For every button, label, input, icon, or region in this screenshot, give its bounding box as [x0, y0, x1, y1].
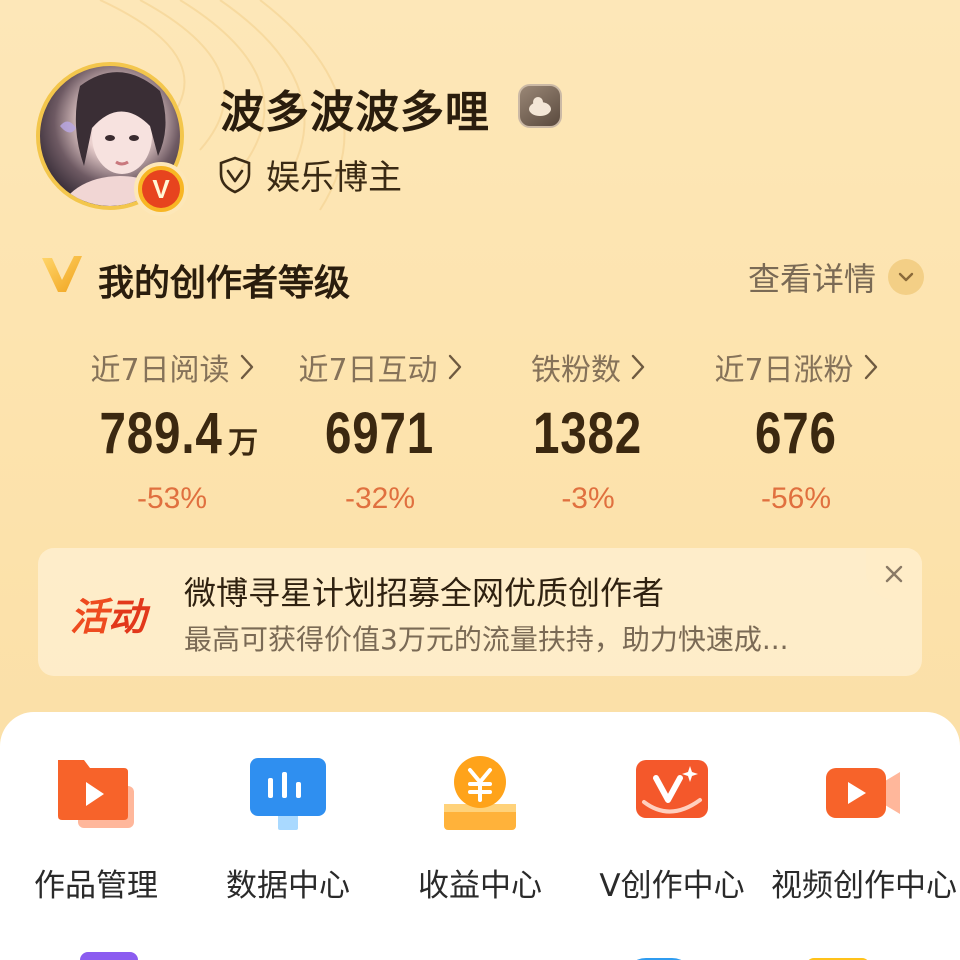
- tool-label: 收益中心: [418, 868, 542, 904]
- stat-label: 近7日互动: [298, 353, 438, 388]
- tool-works-management[interactable]: 作品管理: [0, 752, 192, 905]
- tool-label: 作品管理: [34, 868, 158, 904]
- shield-icon: [219, 156, 251, 193]
- stat-change: -53%: [136, 482, 208, 515]
- stat-value: 1382: [533, 401, 643, 466]
- stats-row: 近7日阅读 789.4 万 -53% 近7日互动 6971 -32% 铁粉数 1…: [68, 342, 908, 516]
- tool-v-creation-center[interactable]: V创作中心: [576, 752, 768, 905]
- stat-weekly-reads[interactable]: 近7日阅读 789.4 万 -53%: [68, 342, 276, 516]
- works-management-icon: [58, 760, 134, 828]
- view-details-link[interactable]: 查看详情: [748, 254, 924, 300]
- tool-icon-peek: [80, 952, 138, 960]
- stat-label: 铁粉数: [531, 353, 621, 388]
- banner-title: 微博寻星计划招募全网优质创作者: [184, 574, 665, 612]
- stat-unit: 万: [228, 426, 259, 461]
- username: 波多波波多哩: [220, 87, 490, 138]
- tool-video-creation-center[interactable]: 视频创作中心: [768, 752, 960, 905]
- chevron-right-icon: [864, 354, 877, 380]
- stat-change: -3%: [561, 482, 615, 515]
- banner-subtitle: 最高可获得价值3万元的流量扶持，助力快速成...: [184, 623, 789, 656]
- chevron-right-icon: [631, 354, 645, 380]
- video-creation-center-icon: [826, 768, 900, 818]
- role-label: 娱乐博主: [266, 158, 402, 198]
- chevron-right-icon: [240, 354, 253, 380]
- stat-value: 6971: [325, 401, 435, 466]
- verified-v-icon: V: [142, 170, 180, 208]
- tools-row: 作品管理 数据中心 收益中心 V创作中心 视频创作中心: [0, 752, 960, 905]
- stat-weekly-new-fans[interactable]: 近7日涨粉 676 -56%: [692, 342, 900, 516]
- stat-label: 近7日涨粉: [714, 353, 854, 388]
- stat-change: -56%: [760, 482, 832, 515]
- tool-label: 视频创作中心: [771, 868, 957, 904]
- stat-value: 676: [755, 401, 837, 466]
- creator-level-title: 我的创作者等级: [98, 263, 351, 304]
- view-details-label: 查看详情: [747, 260, 876, 298]
- tool-label: V创作中心: [599, 868, 745, 904]
- activity-tag-part-1: 活: [70, 595, 109, 639]
- creator-tools-card: 作品管理 数据中心 收益中心 V创作中心 视频创作中心: [0, 712, 960, 960]
- stat-change: -32%: [344, 482, 416, 515]
- tool-data-center[interactable]: 数据中心: [192, 752, 384, 905]
- activity-banner[interactable]: 活动 微博寻星计划招募全网优质创作者 最高可获得价值3万元的流量扶持，助力快速成…: [38, 548, 922, 676]
- profile-avatar[interactable]: V: [36, 62, 188, 216]
- stat-iron-fans[interactable]: 铁粉数 1382 -3%: [484, 342, 692, 516]
- stat-label: 近7日阅读: [90, 353, 230, 388]
- stat-value: 789.4: [99, 401, 223, 466]
- close-icon: [885, 565, 903, 583]
- v-creation-center-icon: [636, 760, 708, 818]
- creator-level-row: 我的创作者等级 查看详情: [40, 250, 924, 304]
- chevron-right-icon: [448, 354, 461, 380]
- stat-weekly-interactions[interactable]: 近7日互动 6971 -32%: [276, 342, 484, 516]
- chevron-down-icon: [888, 259, 924, 295]
- activity-tag: 活动: [70, 586, 146, 641]
- close-banner-button[interactable]: [866, 548, 922, 600]
- data-center-icon: [250, 758, 326, 830]
- activity-tag-part-2: 动: [108, 595, 147, 639]
- creator-role[interactable]: 娱乐博主: [218, 150, 402, 199]
- revenue-center-icon: [444, 756, 516, 830]
- verified-badge: V: [134, 162, 188, 216]
- user-medal-icon[interactable]: [518, 84, 562, 128]
- tool-revenue-center[interactable]: 收益中心: [384, 752, 576, 905]
- tool-label: 数据中心: [226, 868, 350, 904]
- next-tools-row-peek: [0, 944, 960, 960]
- gold-v-icon: [42, 256, 82, 292]
